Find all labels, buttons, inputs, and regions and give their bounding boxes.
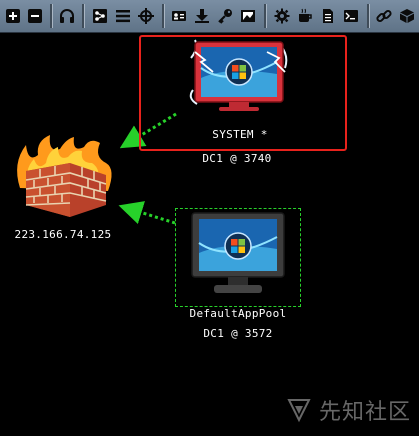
toolbar-separator bbox=[162, 4, 165, 28]
screenshot-icon[interactable] bbox=[238, 6, 258, 26]
session-user-label: SYSTEM * bbox=[212, 128, 268, 141]
watermark-text: 先知社区 bbox=[318, 400, 411, 425]
firewall-label: 223.166.74.125 bbox=[14, 228, 112, 241]
headphones-icon[interactable] bbox=[57, 6, 77, 26]
session-node-system[interactable]: SYSTEM * DC1 @ 3740 bbox=[161, 38, 321, 165]
add-icon[interactable] bbox=[3, 6, 23, 26]
firewall-icon bbox=[17, 135, 112, 217]
link-icon[interactable] bbox=[374, 6, 394, 26]
session-host-label: DC1 @ 3572 bbox=[203, 327, 273, 340]
credentials-icon[interactable] bbox=[169, 6, 189, 26]
watermark: 先知社区 bbox=[285, 394, 411, 426]
monitor-icon-compromised bbox=[189, 39, 288, 111]
pivot-graph-icon[interactable] bbox=[90, 6, 110, 26]
toolbar-separator bbox=[50, 4, 53, 28]
monitor-icon bbox=[191, 212, 285, 293]
document-icon[interactable] bbox=[318, 6, 338, 26]
remove-icon[interactable] bbox=[25, 6, 45, 26]
watermark-logo-icon bbox=[287, 399, 311, 423]
coffee-icon[interactable] bbox=[295, 6, 315, 26]
session-node-apppool[interactable]: DefaultAppPool DC1 @ 3572 bbox=[158, 211, 318, 341]
key-icon[interactable] bbox=[215, 6, 235, 26]
gear-icon[interactable] bbox=[272, 6, 292, 26]
toolbar bbox=[0, 0, 419, 33]
list-icon[interactable] bbox=[113, 6, 133, 26]
cube-icon[interactable] bbox=[397, 6, 417, 26]
crosshair-icon[interactable] bbox=[136, 6, 156, 26]
session-host-label: DC1 @ 3740 bbox=[202, 152, 272, 165]
session-user-label: DefaultAppPool bbox=[189, 307, 287, 320]
firewall-node[interactable]: 223.166.74.125 bbox=[8, 133, 118, 243]
toolbar-separator bbox=[82, 4, 85, 28]
download-icon[interactable] bbox=[192, 6, 212, 26]
terminal-icon[interactable] bbox=[341, 6, 361, 26]
pivot-graph: 223.166.74.125 SYSTEM * DC1 @ 3740 Defau… bbox=[0, 33, 419, 436]
toolbar-separator bbox=[367, 4, 370, 28]
toolbar-separator bbox=[264, 4, 267, 28]
